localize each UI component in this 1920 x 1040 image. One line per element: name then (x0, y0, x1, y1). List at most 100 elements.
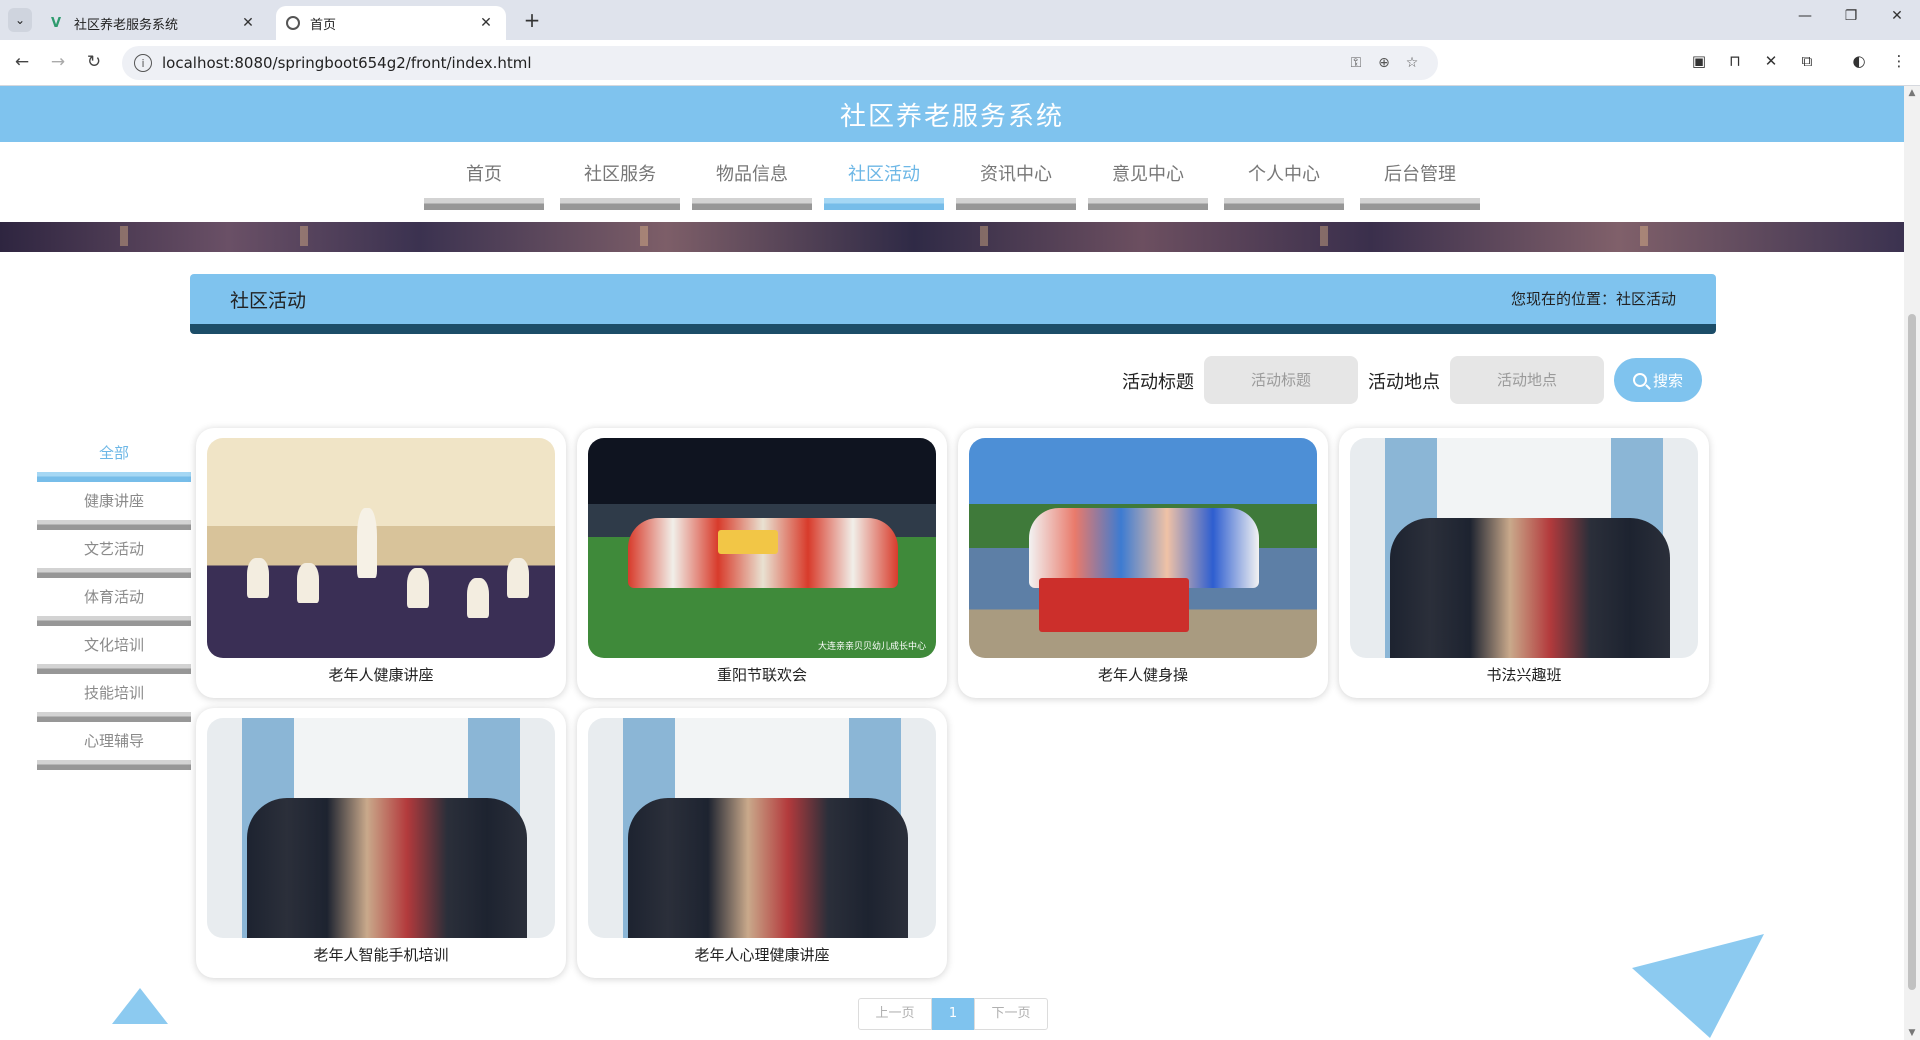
zoom-icon[interactable]: ⊕ (1370, 55, 1398, 71)
banner-decor (300, 226, 308, 246)
browser-tab-1[interactable]: V 社区养老服务系统 ✕ (38, 6, 268, 40)
sidebar-underline (37, 712, 191, 722)
nav-label: 首页 (466, 164, 502, 185)
photo-figure (407, 568, 429, 608)
nav-item-home[interactable]: 首页 (424, 156, 544, 210)
nav-label: 个人中心 (1248, 164, 1320, 185)
nav-label: 意见中心 (1112, 164, 1184, 185)
close-icon[interactable]: ✕ (1758, 52, 1784, 74)
activity-card[interactable]: 书法兴趣班 (1339, 428, 1709, 698)
banner-decor (120, 226, 128, 246)
reload-icon[interactable]: ↻ (82, 52, 106, 74)
activity-card[interactable]: 大连亲亲贝贝幼儿成长中心 重阳节联欢会 (577, 428, 947, 698)
search-form: 活动标题 活动地点 搜索 (0, 356, 1904, 406)
menu-icon[interactable]: ⋮ (1886, 52, 1912, 74)
nav-label: 物品信息 (716, 164, 788, 185)
tab-close-icon[interactable]: ✕ (238, 15, 258, 31)
activity-title[interactable]: 重阳节联欢会 (577, 664, 947, 685)
sidebar-item-skills-training[interactable]: 技能培训 (37, 674, 191, 722)
url-text[interactable]: localhost:8080/springboot654g2/front/ind… (162, 54, 1342, 72)
avatar[interactable]: ◐ (1846, 52, 1872, 74)
nav-item-profile[interactable]: 个人中心 (1224, 156, 1344, 210)
site-info-icon[interactable]: i (134, 54, 152, 72)
activity-title[interactable]: 书法兴趣班 (1339, 664, 1709, 685)
banner-decor (640, 226, 648, 246)
nav-item-feedback[interactable]: 意见中心 (1088, 156, 1208, 210)
puzzle-icon[interactable]: ⧉ (1794, 52, 1820, 74)
photo-figure (357, 508, 377, 578)
back-icon[interactable]: ← (10, 52, 34, 74)
activity-card[interactable]: 老年人健身操 (958, 428, 1328, 698)
url-bar[interactable]: i localhost:8080/springboot654g2/front/i… (122, 46, 1438, 80)
tab-search-dropdown-icon[interactable]: ⌄ (8, 8, 32, 32)
breadcrumb: 您现在的位置： 社区活动 (1511, 288, 1676, 309)
photo-figure (297, 563, 319, 603)
nav-item-admin[interactable]: 后台管理 (1360, 156, 1480, 210)
page-scrollbar[interactable]: ▲ ▼ (1904, 86, 1920, 1040)
sidebar-underline (37, 568, 191, 578)
activity-photo[interactable] (969, 438, 1317, 658)
sidebar-underline (37, 664, 191, 674)
sidebar-item-culture-training[interactable]: 文化培训 (37, 626, 191, 674)
sidebar-underline (37, 760, 191, 770)
nav-item-goods[interactable]: 物品信息 (692, 156, 812, 210)
vue-logo-icon: V (50, 15, 62, 31)
restore-icon[interactable]: ❐ (1836, 8, 1866, 24)
activity-title[interactable]: 老年人健康讲座 (196, 664, 566, 685)
extension-icon[interactable]: ▣ (1686, 52, 1712, 74)
location-label: 活动地点 (1368, 372, 1440, 393)
nav-item-activities[interactable]: 社区活动 (824, 156, 944, 210)
scrollbar-thumb[interactable] (1908, 314, 1916, 990)
activity-card[interactable]: 老年人智能手机培训 (196, 708, 566, 978)
scroll-down-icon[interactable]: ▼ (1904, 1028, 1920, 1038)
page-number-button[interactable]: 1 (932, 998, 974, 1030)
activity-title[interactable]: 老年人健身操 (958, 664, 1328, 685)
activity-card[interactable]: 老年人心理健康讲座 (577, 708, 947, 978)
photo-group (1029, 508, 1259, 588)
photo-figure (467, 578, 489, 618)
sidebar-item-health-lecture[interactable]: 健康讲座 (37, 482, 191, 530)
search-button[interactable]: 搜索 (1614, 358, 1702, 402)
scroll-up-icon[interactable]: ▲ (1904, 88, 1920, 98)
photo-figure (507, 558, 529, 598)
banner-decor (980, 226, 988, 246)
activity-photo[interactable] (588, 718, 936, 938)
forward-icon[interactable]: → (46, 52, 70, 74)
title-search-input[interactable] (1204, 356, 1358, 404)
decor-triangle-shape (112, 988, 168, 1024)
minimize-icon[interactable]: — (1790, 8, 1820, 24)
breadcrumb-current[interactable]: 社区活动 (1616, 288, 1676, 309)
activity-photo[interactable]: 大连亲亲贝贝幼儿成长中心 (588, 438, 936, 658)
activity-photo[interactable] (207, 438, 555, 658)
main-nav: 首页 社区服务 物品信息 社区活动 资讯中心 意见中心 个人中心 后台管理 (0, 156, 1904, 210)
browser-tab-2[interactable]: 首页 ✕ (276, 6, 506, 40)
sidebar-item-arts[interactable]: 文艺活动 (37, 530, 191, 578)
nav-item-community-service[interactable]: 社区服务 (560, 156, 680, 210)
new-tab-button[interactable]: + (520, 8, 544, 32)
sidebar-item-all[interactable]: 全部 (37, 434, 191, 482)
key-icon[interactable]: ⚿ (1342, 55, 1370, 71)
next-page-button[interactable]: 下一页 (974, 998, 1048, 1030)
close-window-icon[interactable]: ✕ (1882, 8, 1912, 24)
sidebar-underline (37, 520, 191, 530)
photo-group (1390, 518, 1670, 658)
sidebar-item-counseling[interactable]: 心理辅导 (37, 722, 191, 770)
sidebar-item-sports[interactable]: 体育活动 (37, 578, 191, 626)
activity-photo[interactable] (1350, 438, 1698, 658)
location-search-input[interactable] (1450, 356, 1604, 404)
prev-page-button[interactable]: 上一页 (858, 998, 932, 1030)
tab-close-icon[interactable]: ✕ (476, 15, 496, 31)
star-icon[interactable]: ☆ (1398, 55, 1426, 71)
activity-photo[interactable] (207, 718, 555, 938)
activity-card[interactable]: 老年人健康讲座 (196, 428, 566, 698)
photo-figure (247, 558, 269, 598)
activity-title[interactable]: 老年人智能手机培训 (196, 944, 566, 965)
search-icon (1632, 373, 1647, 387)
nav-label: 社区服务 (584, 164, 656, 185)
activity-title[interactable]: 老年人心理健康讲座 (577, 944, 947, 965)
nav-item-news[interactable]: 资讯中心 (956, 156, 1076, 210)
bookmark-icon[interactable]: ⊓ (1722, 52, 1748, 74)
breadcrumb-prefix: 您现在的位置： (1510, 290, 1616, 308)
nav-underline (956, 198, 1076, 210)
page-viewport: 社区养老服务系统 首页 社区服务 物品信息 社区活动 资讯中心 意见中心 个人中… (0, 86, 1904, 1040)
